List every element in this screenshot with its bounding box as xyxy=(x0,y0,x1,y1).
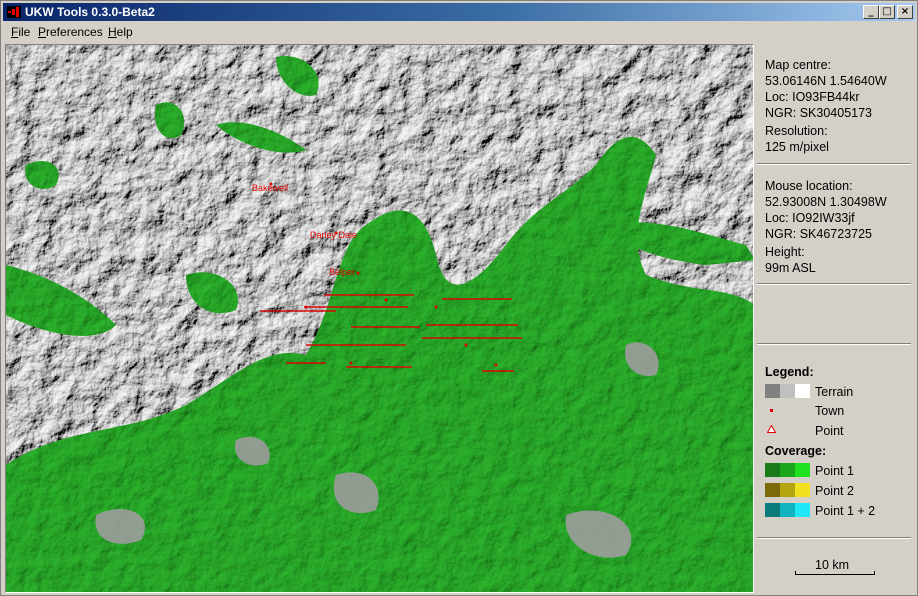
map-canvas[interactable]: Bakewell Darley Dale Belper xyxy=(6,45,754,593)
legend-point1-label: Point 1 xyxy=(815,464,854,478)
legend-terrain-label: Terrain xyxy=(815,385,854,399)
scale-label: 10 km xyxy=(815,558,850,572)
menu-help[interactable]: Help xyxy=(108,25,133,39)
legend-town-label: Town xyxy=(815,404,845,418)
resolution-value: 125 m/pixel xyxy=(765,140,829,154)
resolution-title: Resolution: xyxy=(765,124,828,138)
map-centre-loc: Loc: IO93FB44kr xyxy=(765,90,860,104)
info-panel: Map centre: 53.06146N 1.54640W Loc: IO93… xyxy=(757,44,915,593)
menu-bar: File Preferences Help xyxy=(3,23,915,41)
mouse-location-ngr: NGR: SK46723725 xyxy=(765,227,873,241)
divider xyxy=(757,163,911,165)
window-controls: _ □ × xyxy=(863,5,913,19)
town-dot-icon xyxy=(770,409,773,412)
app-icon xyxy=(7,6,21,18)
town-label-belper: Belper xyxy=(329,267,355,277)
map-centre-title: Map centre: xyxy=(765,58,832,72)
menu-preferences-accel: P xyxy=(38,25,47,39)
town-label-bakewell: Bakewell xyxy=(252,183,288,193)
coverage-map[interactable]: Bakewell Darley Dale Belper xyxy=(5,44,754,593)
close-button[interactable]: × xyxy=(897,5,913,19)
menu-preferences-rest: references xyxy=(46,25,103,39)
town-marker[interactable] xyxy=(464,343,468,347)
minimize-icon: _ xyxy=(868,6,874,17)
town-marker[interactable] xyxy=(384,298,388,302)
maximize-button[interactable]: □ xyxy=(879,5,895,19)
town-marker[interactable] xyxy=(494,363,498,367)
divider xyxy=(757,283,911,285)
close-icon: × xyxy=(900,6,910,17)
mouse-location-loc: Loc: IO92IW33jf xyxy=(765,211,855,225)
mouse-location-coords: 52.93008N 1.30498W xyxy=(765,195,887,209)
legend-title: Legend: xyxy=(765,365,814,379)
legend-point12-label: Point 1 + 2 xyxy=(815,504,876,518)
town-marker[interactable] xyxy=(434,305,438,309)
map-centre-ngr: NGR: SK30405173 xyxy=(765,106,873,120)
minimize-button[interactable]: _ xyxy=(863,5,879,19)
divider xyxy=(757,537,911,539)
town-marker[interactable] xyxy=(356,271,360,275)
legend-point2-label: Point 2 xyxy=(815,484,854,498)
menu-file[interactable]: File xyxy=(11,25,30,39)
town-marker[interactable] xyxy=(349,361,353,365)
title-bar[interactable]: UKW Tools 0.3.0-Beta2 _ □ × xyxy=(3,3,915,21)
menu-help-accel: H xyxy=(108,25,117,39)
town-label-darley-dale: Darley Dale xyxy=(310,230,357,240)
maximize-icon: □ xyxy=(882,6,892,17)
menu-file-rest: ile xyxy=(18,25,31,39)
scale-bar xyxy=(795,571,875,575)
menu-help-rest: elp xyxy=(116,25,133,39)
app-window: UKW Tools 0.3.0-Beta2 _ □ × File Prefere… xyxy=(0,0,918,596)
map-centre-coords: 53.06146N 1.54640W xyxy=(765,74,887,88)
window-title: UKW Tools 0.3.0-Beta2 xyxy=(25,5,155,19)
height-value: 99m ASL xyxy=(765,261,816,275)
mouse-location-title: Mouse location: xyxy=(765,179,853,193)
legend-point-label: Point xyxy=(815,424,844,438)
point-triangle-icon xyxy=(767,425,776,433)
divider xyxy=(757,343,911,345)
height-title: Height: xyxy=(765,245,805,259)
coverage-title: Coverage: xyxy=(765,444,827,458)
menu-preferences[interactable]: Preferences xyxy=(38,25,103,39)
